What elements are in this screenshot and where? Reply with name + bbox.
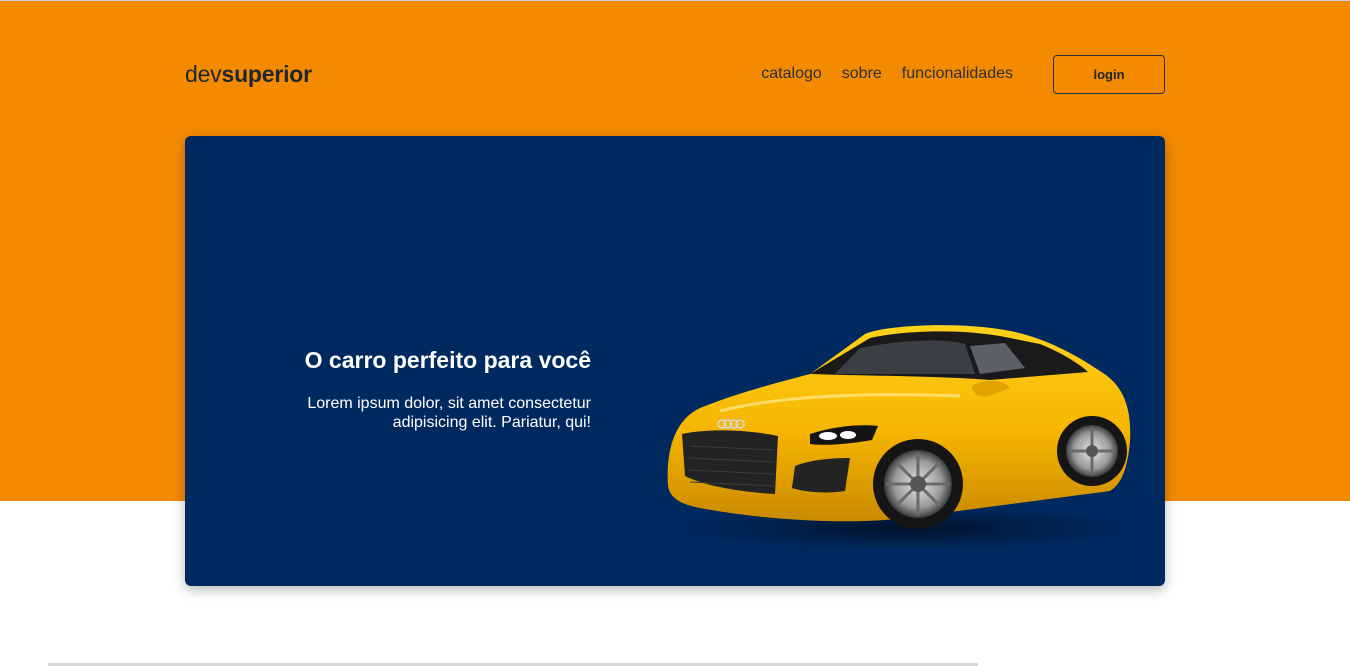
site-header: devsuperior catalogo sobre funcionalidad… bbox=[185, 54, 1165, 94]
login-button[interactable]: login bbox=[1053, 54, 1165, 94]
car-image bbox=[667, 325, 1135, 550]
nav-link-funcionalidades[interactable]: funcionalidades bbox=[902, 65, 1013, 83]
logo-bold-text: superior bbox=[221, 60, 312, 87]
main-nav: catalogo sobre funcionalidades login bbox=[741, 54, 1165, 94]
hero-text: O carro perfeito para você Lorem ipsum d… bbox=[271, 346, 591, 432]
logo-light-text: dev bbox=[185, 60, 222, 87]
logo[interactable]: devsuperior bbox=[185, 61, 312, 88]
hero-card: O carro perfeito para você Lorem ipsum d… bbox=[185, 136, 1165, 586]
hero-description: Lorem ipsum dolor, sit amet consectetur … bbox=[307, 395, 591, 431]
nav-link-sobre[interactable]: sobre bbox=[842, 65, 882, 83]
nav-link-catalogo[interactable]: catalogo bbox=[761, 65, 822, 83]
hero-title: O carro perfeito para você bbox=[304, 347, 591, 373]
